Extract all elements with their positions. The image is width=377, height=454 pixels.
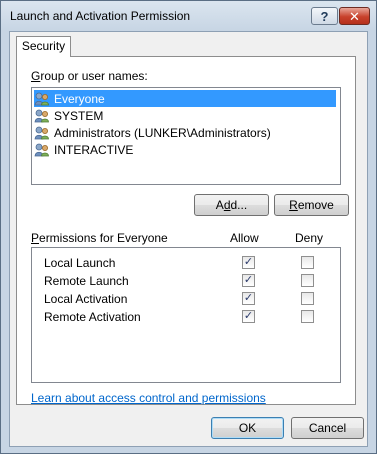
permission-row-local-launch: Local Launch ✓ <box>32 254 340 272</box>
list-item-interactive[interactable]: INTERACTIVE <box>34 141 135 158</box>
users-icon <box>34 109 49 122</box>
permission-name: Remote Launch <box>44 274 129 288</box>
deny-column-header: Deny <box>295 231 324 245</box>
permission-row-remote-launch: Remote Launch ✓ <box>32 272 340 290</box>
add-button[interactable]: Ad d... <box>194 194 269 216</box>
permissions-list: Local Launch ✓ Remote Launch ✓ Local Act… <box>31 247 341 383</box>
list-item-label: SYSTEM <box>54 108 104 123</box>
allow-checkbox[interactable]: ✓ <box>242 256 255 269</box>
allow-checkbox[interactable]: ✓ <box>242 292 255 305</box>
dialog-client-area: Security Group or user names: Everyone S… <box>9 31 368 447</box>
deny-checkbox[interactable] <box>301 310 314 323</box>
permission-name: Local Activation <box>44 292 128 306</box>
allow-checkbox[interactable]: ✓ <box>242 274 255 287</box>
deny-checkbox[interactable] <box>301 256 314 269</box>
list-item-label: Everyone <box>52 90 107 107</box>
permission-row-local-activation: Local Activation ✓ <box>32 290 340 308</box>
permission-row-remote-activation: Remote Activation ✓ <box>32 308 340 326</box>
dialog-window: Launch and Activation Permission ? ✕ Sec… <box>0 0 377 454</box>
tab-security[interactable]: Security <box>16 36 71 57</box>
remove-button[interactable]: Remove <box>274 194 349 216</box>
users-icon <box>34 143 49 156</box>
list-item-everyone[interactable]: Everyone <box>34 90 336 107</box>
ok-button[interactable]: OK <box>211 417 284 439</box>
list-item-system[interactable]: SYSTEM <box>34 107 105 124</box>
window-title: Launch and Activation Permission <box>10 9 191 23</box>
help-button[interactable]: ? <box>311 7 338 25</box>
allow-column-header: Allow <box>230 231 259 245</box>
users-icon <box>34 92 49 105</box>
group-or-user-names-label: Group or user names: <box>31 69 148 83</box>
permissions-for-label: Permissions for Everyone <box>31 231 168 245</box>
tab-security-label: Security <box>21 39 66 53</box>
security-tab-panel: Group or user names: Everyone SYSTEM Adm… <box>16 56 356 405</box>
permission-name: Remote Activation <box>44 310 141 324</box>
learn-more-link[interactable]: Learn about access control and permissio… <box>31 391 266 405</box>
users-icon <box>34 126 49 139</box>
list-item-label: Administrators (LUNKER\Administrators) <box>54 125 271 140</box>
cancel-button[interactable]: Cancel <box>291 417 364 439</box>
list-item-label: INTERACTIVE <box>54 142 134 157</box>
allow-checkbox[interactable]: ✓ <box>242 310 255 323</box>
list-item-administrators[interactable]: Administrators (LUNKER\Administrators) <box>34 124 273 141</box>
close-icon: ✕ <box>349 8 360 24</box>
close-button[interactable]: ✕ <box>339 7 370 25</box>
permission-name: Local Launch <box>44 256 116 270</box>
title-bar[interactable]: Launch and Activation Permission ? ✕ <box>1 1 376 31</box>
help-icon: ? <box>320 8 329 24</box>
deny-checkbox[interactable] <box>301 274 314 287</box>
deny-checkbox[interactable] <box>301 292 314 305</box>
group-user-listbox[interactable]: Everyone SYSTEM Administrators (LUNKER\A… <box>31 87 341 185</box>
